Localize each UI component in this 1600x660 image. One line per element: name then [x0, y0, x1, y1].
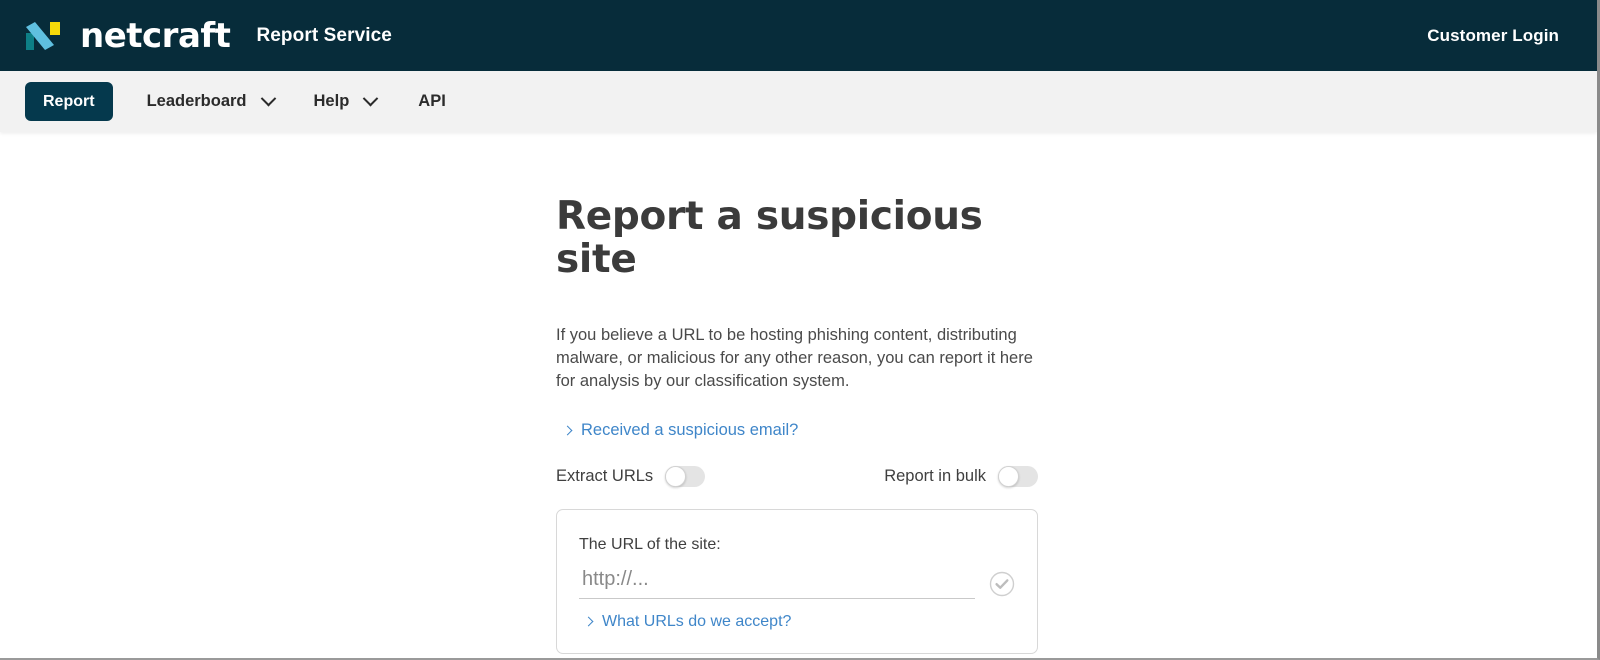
nav-item-report[interactable]: Report	[25, 81, 113, 122]
top-header: netcraft Report Service Customer Login	[0, 0, 1597, 71]
extract-urls-toggle[interactable]: Extract URLs	[556, 465, 706, 487]
chevron-down-icon	[363, 90, 379, 107]
brand-logo[interactable]: netcraft	[24, 15, 231, 56]
main-nav: Report Leaderboard Help API	[0, 71, 1597, 132]
nav-item-leaderboard[interactable]: Leaderboard	[141, 82, 280, 121]
toggle-row-top: Extract URLs Report in bulk	[556, 465, 1038, 487]
report-in-bulk-switch[interactable]	[998, 465, 1038, 487]
report-in-bulk-toggle[interactable]: Report in bulk	[884, 465, 1038, 487]
suspicious-email-link-label: Received a suspicious email?	[581, 420, 799, 439]
url-input-row	[579, 567, 1015, 599]
what-urls-link-label: What URLs do we accept?	[602, 612, 792, 630]
switch-knob	[665, 465, 687, 487]
product-name: Report Service	[256, 24, 392, 46]
main-content: Report a suspicious site If you believe …	[0, 132, 1597, 658]
chevron-right-icon	[562, 425, 573, 435]
report-in-bulk-label: Report in bulk	[884, 466, 986, 485]
what-urls-link[interactable]: What URLs do we accept?	[579, 613, 1015, 631]
page-root: netcraft Report Service Customer Login R…	[0, 0, 1600, 660]
check-circle-icon[interactable]	[989, 571, 1015, 597]
url-input[interactable]	[579, 567, 975, 599]
extract-urls-switch[interactable]	[665, 465, 706, 487]
nav-item-help-label: Help	[313, 92, 350, 110]
page-title: Report a suspicious site	[556, 194, 983, 282]
nav-item-help[interactable]: Help	[308, 82, 383, 121]
suspicious-email-link[interactable]: Received a suspicious email?	[556, 421, 1046, 440]
nav-item-leaderboard-label: Leaderboard	[146, 92, 247, 110]
url-card: The URL of the site: What URLs do we acc…	[556, 508, 1038, 654]
intro-paragraph: If you believe a URL to be hosting phish…	[556, 325, 1033, 391]
extract-urls-label: Extract URLs	[556, 466, 654, 485]
chevron-right-icon	[583, 616, 594, 627]
brand-wordmark: netcraft	[80, 15, 231, 56]
switch-knob	[998, 465, 1019, 487]
customer-login-link[interactable]: Customer Login	[1427, 26, 1559, 46]
nav-item-api[interactable]: API	[412, 82, 452, 121]
url-field-label: The URL of the site:	[579, 535, 721, 553]
chevron-down-icon	[260, 90, 276, 107]
netcraft-n-logo-icon	[24, 19, 64, 53]
nav-item-api-label: API	[418, 92, 446, 110]
